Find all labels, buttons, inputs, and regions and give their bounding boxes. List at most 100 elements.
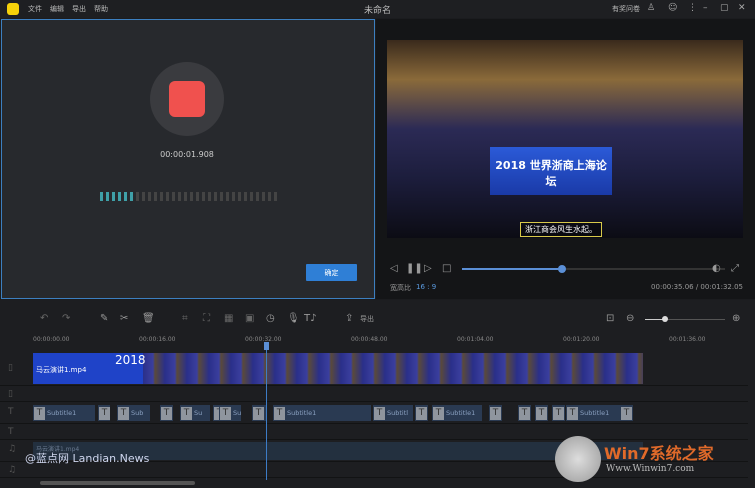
minimize-icon[interactable]: –: [703, 3, 708, 13]
ruler-tick: 00:00:48.00: [351, 336, 388, 343]
zoom-slider-handle[interactable]: [662, 316, 668, 322]
subtitle-clip[interactable]: T Su: [180, 405, 210, 421]
level-bar: [118, 192, 121, 201]
export-button[interactable]: 导出: [360, 314, 374, 324]
text-to-speech-icon[interactable]: T♪: [304, 313, 317, 324]
level-bar: [238, 192, 241, 201]
subtitle-clip[interactable]: T Subtitle1: [432, 405, 482, 421]
chat-icon[interactable]: ☺: [668, 3, 677, 13]
text-icon: T: [553, 406, 564, 420]
subtitle-clip[interactable]: T Sub: [117, 405, 150, 421]
zoom-in-icon[interactable]: ⊕: [732, 313, 740, 324]
resize-icon[interactable]: ⛶: [203, 313, 210, 324]
video-clip-label: 马云演讲1.mp4: [36, 366, 87, 374]
subtitle-clip[interactable]: T Subtitl: [373, 405, 413, 421]
text-icon: T: [253, 406, 264, 420]
level-bar: [160, 192, 163, 201]
user-icon[interactable]: ♙: [647, 3, 655, 13]
subtitle-clip[interactable]: T: [489, 405, 502, 421]
level-bar: [106, 192, 109, 201]
level-bar: [154, 192, 157, 201]
text-icon: T: [621, 406, 632, 420]
aspect-ratio-select[interactable]: 16 : 9: [416, 283, 436, 291]
subtitle-clip[interactable]: T Su: [219, 405, 241, 421]
text-icon: T: [99, 406, 110, 420]
maximize-icon[interactable]: ▢: [720, 3, 729, 13]
subtitle-clip[interactable]: T: [415, 405, 428, 421]
mosaic-icon[interactable]: ▦: [224, 313, 233, 324]
volume-icon[interactable]: ◐: [712, 263, 721, 274]
close-icon[interactable]: ✕: [738, 3, 746, 13]
subtitle-clip[interactable]: T: [98, 405, 110, 421]
prev-frame-icon[interactable]: ◁: [390, 263, 398, 274]
freeze-icon[interactable]: ▣: [245, 313, 254, 324]
win7-watermark-url: Www.Winwin7.com: [606, 464, 695, 474]
level-bar: [166, 192, 169, 201]
export-icon[interactable]: ⇪: [345, 313, 353, 324]
crop-icon[interactable]: ⌗: [182, 313, 188, 324]
playhead-line: [266, 342, 267, 480]
speed-icon[interactable]: ◷: [266, 313, 275, 324]
ruler-tick: 00:01:20.00: [563, 336, 600, 343]
aspect-ratio-label: 宽高比: [390, 284, 411, 292]
time-display: 00:00:35.06 / 00:01:32.05: [651, 283, 743, 291]
subtitle-clip[interactable]: T: [620, 405, 633, 421]
zoom-out-icon[interactable]: ⊖: [626, 313, 634, 324]
next-frame-icon[interactable]: ▷: [424, 263, 432, 274]
playhead-handle[interactable]: [264, 342, 269, 350]
subtitle-clip[interactable]: T: [160, 405, 173, 421]
confirm-button[interactable]: 确定: [306, 264, 357, 281]
subtitle-clip-label: Subtitl: [387, 409, 409, 417]
landian-watermark: @蓝点网 Landian.News: [25, 452, 150, 465]
text-icon: T: [274, 406, 285, 420]
ruler-tick: 00:00:00.00: [33, 336, 70, 343]
mic-icon[interactable]: 🎙: [287, 313, 300, 324]
undo-icon[interactable]: ↶: [40, 313, 48, 324]
text-icon: T: [181, 406, 192, 420]
ruler-tick: 00:00:16.00: [139, 336, 176, 343]
video-track-icon: ▯: [8, 389, 13, 399]
text-icon: T: [220, 406, 231, 420]
video-preview[interactable]: [387, 40, 743, 238]
text-icon: T: [567, 406, 578, 420]
subtitle-clip[interactable]: T Subtitle1: [33, 405, 95, 421]
subtitle-clip[interactable]: T: [518, 405, 531, 421]
subtitle-caption[interactable]: 浙江商会风生水起。: [520, 222, 602, 237]
delete-icon[interactable]: 🗑: [142, 313, 155, 324]
cut-icon[interactable]: ✂: [120, 313, 128, 324]
subtitle-clip-label: Sub: [131, 409, 144, 417]
fullscreen-icon[interactable]: ⤢: [731, 263, 739, 274]
edit-icon[interactable]: ✎: [100, 313, 108, 324]
track-video-2: [0, 386, 748, 402]
text-icon: T: [374, 406, 385, 420]
level-bar: [256, 192, 259, 201]
horizontal-scrollbar[interactable]: [40, 481, 195, 485]
pause-icon[interactable]: ❚❚: [406, 263, 423, 274]
level-bar: [112, 192, 115, 201]
subtitle-clip[interactable]: T: [552, 405, 565, 421]
stop-icon[interactable]: □: [442, 263, 451, 274]
more-icon[interactable]: ⋮: [688, 3, 697, 13]
record-timer: 00:00:01.908: [160, 150, 214, 159]
subtitle-clip[interactable]: T: [535, 405, 548, 421]
text-track-icon: T: [8, 407, 14, 417]
ruler-tick: 00:01:04.00: [457, 336, 494, 343]
subtitle-clip[interactable]: T Subtitle1: [566, 405, 620, 421]
subtitle-clip[interactable]: T Subtitle1: [273, 405, 371, 421]
feedback-link[interactable]: 有奖问卷: [612, 4, 640, 14]
stop-icon[interactable]: [169, 81, 205, 117]
seek-handle[interactable]: [557, 265, 566, 273]
subtitle-clip-label: Subtitle1: [287, 409, 317, 417]
text-icon: T: [536, 406, 547, 420]
level-bar: [226, 192, 229, 201]
level-bar: [250, 192, 253, 201]
redo-icon[interactable]: ↷: [62, 313, 70, 324]
subtitle-clip[interactable]: T: [252, 405, 266, 421]
subtitle-clip-label: Su: [233, 409, 241, 417]
video-track-icon: ▯: [8, 363, 13, 373]
text-icon: T: [34, 406, 45, 420]
stage-screen-text: 2018 世界浙商上海论坛: [495, 159, 607, 188]
level-bar: [214, 192, 217, 201]
fit-timeline-icon[interactable]: ⊡: [606, 313, 614, 324]
audio-level-meter: [100, 192, 277, 201]
